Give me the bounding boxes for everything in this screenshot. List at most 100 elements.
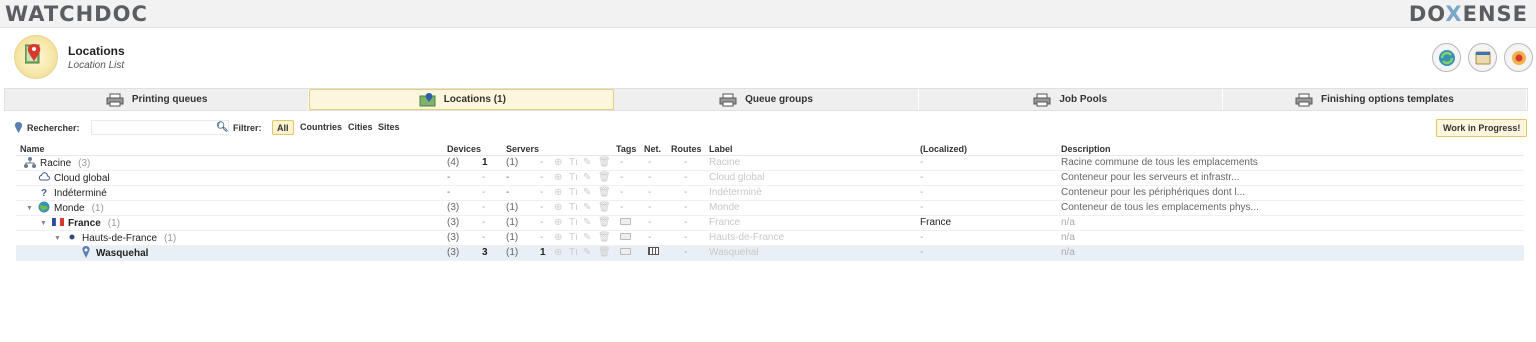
row-localized: - [920, 232, 924, 243]
table-row[interactable]: ▼ France (1) (3) - (1) - ⊕ Tı ✎ 🗑︎ - - France France n/… [16, 216, 1524, 231]
table-row[interactable]: Racine (3) (4) 1 (1) - ⊕ Tı ✎ 🗑︎ - - - Racine - Racine … [16, 156, 1524, 171]
row-servers: (1) [506, 232, 519, 243]
filter-cities[interactable]: Cities [344, 120, 377, 135]
row-tags: - [620, 157, 624, 168]
col-devices[interactable]: Devices [447, 144, 481, 154]
expand-toggle-icon[interactable]: ▼ [40, 220, 48, 227]
edit-icon[interactable]: ✎ [583, 247, 591, 258]
row-devices-direct: 3 [482, 247, 488, 258]
table-row[interactable]: ? Indéterminé - - - - ⊕ Tı ✎ 🗑︎ - - - Indéterminé - Con… [16, 186, 1524, 201]
edit-icon[interactable]: ✎ [583, 202, 591, 213]
col-net[interactable]: Net. [644, 144, 661, 154]
work-in-progress-button[interactable]: Work in Progress! [1436, 119, 1528, 137]
filter-sites[interactable]: Sites [374, 120, 404, 135]
rename-icon[interactable]: Tı [569, 187, 578, 198]
edit-icon[interactable]: ✎ [583, 187, 591, 198]
search-icon[interactable]: 🔍︎ [216, 122, 229, 133]
tab-queue-groups[interactable]: Queue groups [614, 89, 919, 110]
tree-node[interactable]: Racine (3) [12, 156, 90, 171]
add-icon[interactable]: ⊕ [554, 232, 562, 243]
tag-icon[interactable] [620, 218, 631, 225]
row-tags [620, 217, 631, 228]
edit-icon[interactable]: ✎ [583, 157, 591, 168]
tree-node[interactable]: Wasquehal [68, 246, 155, 261]
rename-icon[interactable]: Tı [569, 202, 578, 213]
add-icon[interactable]: ⊕ [554, 217, 562, 228]
delete-icon[interactable]: 🗑︎ [598, 232, 611, 243]
row-localized: France [920, 217, 952, 228]
table-row[interactable]: Wasquehal (3) 3 (1) 1 ⊕ Tı ✎ 🗑︎ - Wasquehal - n/a [16, 246, 1524, 261]
tab-finishing-options-templates[interactable]: Finishing options templates [1223, 89, 1528, 110]
delete-icon[interactable]: 🗑︎ [598, 157, 611, 168]
delete-icon[interactable]: 🗑︎ [598, 247, 611, 258]
settings-button[interactable] [1504, 43, 1533, 72]
tag-icon[interactable] [620, 248, 631, 255]
col-description[interactable]: Description [1061, 144, 1111, 154]
edit-icon[interactable]: ✎ [583, 172, 591, 183]
printer-icon [106, 93, 124, 106]
rename-icon[interactable]: Tı [569, 217, 578, 228]
add-icon[interactable]: ⊕ [554, 187, 562, 198]
row-devices-direct: - [482, 232, 486, 243]
filter-label: Filtrer: [233, 123, 262, 133]
top-bar: WATCHDOC DOXENSE [0, 0, 1536, 28]
row-localized: - [920, 247, 924, 258]
filter-all[interactable]: All [272, 120, 294, 135]
row-servers-direct: - [540, 172, 544, 183]
network-icon [24, 156, 36, 171]
printer-pool-icon [1033, 93, 1051, 106]
tab-locations[interactable]: Locations (1) [309, 89, 615, 110]
table-row[interactable]: ▼ Hauts-de-France (1) (3) - (1) - ⊕ Tı ✎ 🗑︎ - - Hauts… [16, 231, 1524, 246]
add-icon[interactable]: ⊕ [554, 202, 562, 213]
delete-icon[interactable]: 🗑︎ [598, 217, 611, 228]
rename-icon[interactable]: Tı [569, 157, 578, 168]
add-icon[interactable]: ⊕ [554, 247, 562, 258]
col-tags[interactable]: Tags [616, 144, 636, 154]
doxense-logo: DOXENSE [1408, 2, 1528, 26]
window-button[interactable] [1468, 43, 1497, 72]
row-name: Monde [54, 203, 85, 214]
row-servers: (1) [506, 202, 519, 213]
table-row[interactable]: Cloud global - - - - ⊕ Tı ✎ 🗑︎ - - - Cloud global - Co… [16, 171, 1524, 186]
edit-icon[interactable]: ✎ [583, 232, 591, 243]
tree-node[interactable]: ▼ Monde (1) [26, 201, 104, 216]
filter-countries[interactable]: Countries [296, 120, 346, 135]
add-icon[interactable]: ⊕ [554, 157, 562, 168]
col-servers[interactable]: Servers [506, 144, 539, 154]
delete-icon[interactable]: 🗑︎ [598, 187, 611, 198]
col-localized[interactable]: (Localized) [920, 144, 967, 154]
locations-map-icon [14, 35, 58, 79]
edit-icon[interactable]: ✎ [583, 217, 591, 228]
row-count: (1) [91, 203, 104, 214]
col-name[interactable]: Name [20, 144, 45, 154]
refresh-button[interactable] [1432, 43, 1461, 72]
map-icon [419, 92, 436, 106]
delete-icon[interactable]: 🗑︎ [598, 172, 611, 183]
row-servers: (1) [506, 217, 519, 228]
row-routes: - [684, 217, 688, 228]
row-routes: - [684, 172, 688, 183]
col-label[interactable]: Label [709, 144, 733, 154]
search-input[interactable] [91, 120, 229, 135]
add-icon[interactable]: ⊕ [554, 172, 562, 183]
expand-toggle-icon[interactable]: ▼ [54, 235, 62, 242]
tab-job-pools[interactable]: Job Pools [919, 89, 1223, 110]
rename-icon[interactable]: Tı [569, 232, 578, 243]
network-icon[interactable] [648, 247, 659, 255]
tree-node[interactable]: ▼ Hauts-de-France (1) [54, 231, 176, 246]
rename-icon[interactable]: Tı [569, 247, 578, 258]
col-routes[interactable]: Routes [671, 144, 702, 154]
row-servers-direct: - [540, 187, 544, 198]
expand-toggle-icon[interactable]: ▼ [26, 205, 34, 212]
tree-node[interactable]: Cloud global [26, 171, 117, 186]
globe-icon [38, 201, 50, 216]
tab-bar: Printing queues Locations (1) Queue grou… [4, 88, 1528, 111]
question-icon: ? [40, 187, 48, 199]
tab-printing-queues[interactable]: Printing queues [5, 89, 310, 110]
tree-node[interactable]: ▼ France (1) [40, 216, 120, 231]
rename-icon[interactable]: Tı [569, 172, 578, 183]
tag-icon[interactable] [620, 233, 631, 240]
delete-icon[interactable]: 🗑︎ [598, 202, 611, 213]
tree-node[interactable]: ? Indéterminé [26, 186, 114, 201]
table-row[interactable]: ▼ Monde (1) (3) - (1) - ⊕ Tı ✎ 🗑︎ - - - Monde - Conteneu… [16, 201, 1524, 216]
